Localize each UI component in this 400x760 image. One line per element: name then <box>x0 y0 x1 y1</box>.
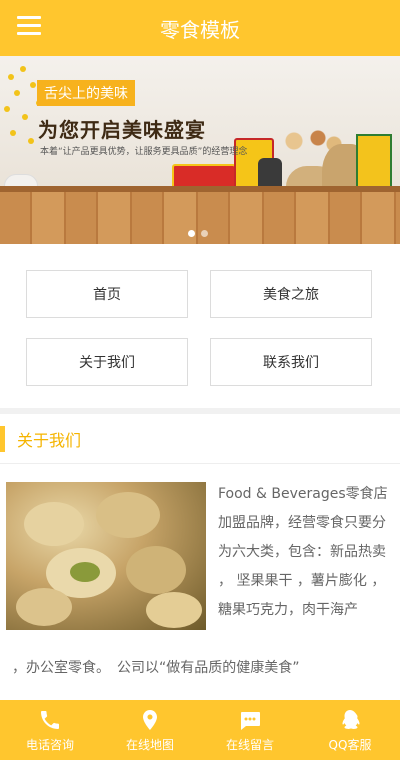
nav-contact-button[interactable]: 联系我们 <box>210 338 372 386</box>
app-header: 零食模板 <box>0 0 400 56</box>
carousel-dot[interactable] <box>188 230 195 237</box>
phone-consult-button[interactable]: 电话咨询 <box>0 700 100 760</box>
nav-food-tour-button[interactable]: 美食之旅 <box>210 270 372 318</box>
banner-tag: 舌尖上的美味 <box>37 80 135 106</box>
pistachio-image <box>6 482 206 630</box>
footer-label: 电话咨询 <box>25 737 74 752</box>
online-map-button[interactable]: 在线地图 <box>100 700 200 760</box>
about-text-continued: ，办公室零食。 公司以“做有品质的健康美食” <box>12 660 300 676</box>
about-text: Food & Beverages零食店加盟品牌，经营零食只要分为六大类，包含：新… <box>218 486 388 618</box>
section-accent-bar <box>0 425 5 452</box>
hamburger-menu-icon[interactable] <box>17 16 41 36</box>
footer-label: 在线地图 <box>125 737 174 752</box>
nav-about-button[interactable]: 关于我们 <box>26 338 188 386</box>
footer-label: 在线留言 <box>225 737 274 752</box>
section-title[interactable]: 关于我们 <box>17 427 81 451</box>
banner-subline: 本着“让产品更具优势，让服务更具品质”的经营理念 <box>40 147 248 157</box>
hero-banner[interactable]: 舌尖上的美味 为您开启美味盛宴 本着“让产品更具优势，让服务更具品质”的经营理念 <box>0 56 400 244</box>
banner-headline: 为您开启美味盛宴 <box>38 118 206 142</box>
map-pin-icon <box>143 709 157 730</box>
page-title: 零食模板 <box>160 17 240 42</box>
nav-home-button[interactable]: 首页 <box>26 270 188 318</box>
section-header: 关于我们 <box>0 414 400 464</box>
carousel-dots <box>188 230 208 237</box>
bottom-toolbar: 电话咨询 在线地图 在线留言 QQ客服 <box>0 700 400 760</box>
footer-label: QQ客服 <box>328 737 372 752</box>
qq-icon <box>342 709 360 729</box>
chat-icon <box>241 711 260 730</box>
online-message-button[interactable]: 在线留言 <box>200 700 300 760</box>
nav-grid: 首页 美食之旅 关于我们 联系我们 <box>0 244 400 408</box>
qq-service-button[interactable]: QQ客服 <box>300 700 400 760</box>
carousel-dot[interactable] <box>201 230 208 237</box>
phone-icon <box>41 710 59 729</box>
